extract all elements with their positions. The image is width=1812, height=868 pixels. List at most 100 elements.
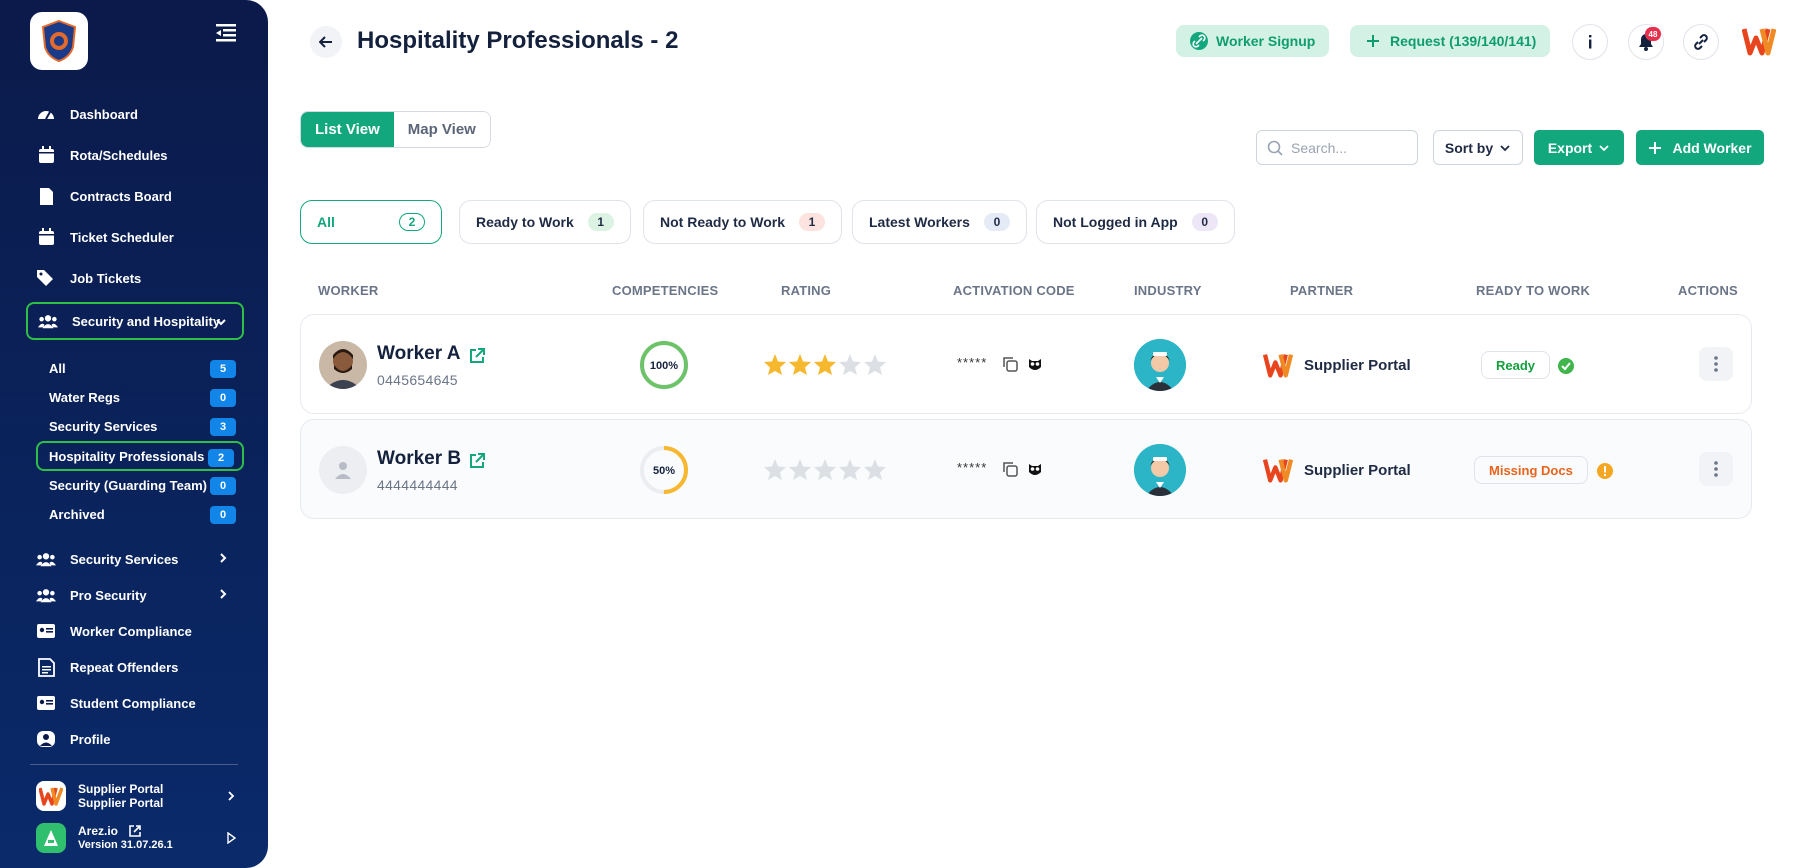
export-button[interactable]: Export (1534, 130, 1624, 165)
request-button[interactable]: Request (139/140/141) (1350, 25, 1551, 57)
column-header: INDUSTRY (1134, 283, 1202, 298)
nav-security-services[interactable]: Security Services (26, 540, 244, 578)
filter-not-ready-to-work[interactable]: Not Ready to Work 1 (643, 200, 842, 244)
owl-icon[interactable] (1026, 460, 1044, 478)
subnav-water-regs[interactable]: Water Regs 0 (36, 383, 244, 411)
sidebar-divider (30, 764, 238, 765)
external-link-icon[interactable] (468, 452, 486, 470)
list-view-tab[interactable]: List View (301, 112, 394, 147)
row-actions-button[interactable] (1699, 347, 1733, 381)
notifications-button[interactable]: 48 (1628, 24, 1664, 60)
worker-signup-label: Worker Signup (1216, 33, 1316, 49)
star-icon (864, 354, 886, 375)
app-name: Arez.io (78, 824, 119, 838)
copy-icon[interactable] (1001, 460, 1019, 478)
rating-stars (763, 458, 887, 481)
table-row[interactable]: Worker B 4444444444 50% ***** Supplier P… (300, 419, 1752, 519)
filter-all[interactable]: All 2 (300, 200, 442, 244)
nav-repeat-offenders[interactable]: Repeat Offenders (26, 648, 244, 686)
star-icon (789, 459, 811, 480)
app-info[interactable]: Arez.io Version 31.07.26.1 (36, 818, 244, 858)
portal-role: Supplier Portal (78, 796, 164, 810)
star-icon (839, 354, 861, 375)
worker-name[interactable]: Worker B (377, 448, 461, 470)
calendar-icon (36, 145, 56, 165)
nav-job-tickets[interactable]: Job Tickets (26, 259, 244, 297)
nav-ticket-scheduler[interactable]: Ticket Scheduler (26, 218, 244, 256)
sort-by-button[interactable]: Sort by (1433, 130, 1523, 165)
table-row[interactable]: Worker A 0445654645 100% ***** Supplier … (300, 314, 1752, 414)
subnav-security-services[interactable]: Security Services 3 (36, 412, 244, 440)
nav-label: Contracts Board (70, 188, 172, 204)
search-box[interactable] (1256, 130, 1418, 165)
kebab-menu-icon (1714, 461, 1718, 477)
nav-pro-security[interactable]: Pro Security (26, 576, 244, 614)
plus-icon (1649, 141, 1662, 154)
map-view-tab[interactable]: Map View (393, 112, 490, 147)
info-icon (1589, 35, 1592, 49)
competency-label: 50% (653, 465, 675, 477)
profile-icon (36, 729, 56, 749)
activation-code: ***** (957, 355, 988, 370)
star-icon (814, 459, 836, 480)
nav-label: Profile (70, 731, 111, 747)
filter-latest-workers[interactable]: Latest Workers 0 (852, 200, 1027, 244)
column-header: COMPETENCIES (612, 283, 719, 298)
subnav-hospitality-professionals[interactable]: Hospitality Professionals 2 (36, 441, 244, 471)
owl-icon[interactable] (1026, 355, 1044, 373)
add-worker-button[interactable]: Add Worker (1636, 130, 1764, 165)
request-label: Request (139/140/141) (1390, 33, 1537, 49)
worker-phone: 4444444444 (377, 477, 458, 493)
nav-label: Rota/Schedules (70, 147, 168, 163)
filter-ready-to-work[interactable]: Ready to Work 1 (459, 200, 631, 244)
link-icon (1694, 34, 1708, 50)
id-card-icon (36, 693, 56, 713)
copy-icon[interactable] (1001, 355, 1019, 373)
subnav-archived[interactable]: Archived 0 (36, 500, 244, 528)
column-header: ACTIVATION CODE (953, 283, 1075, 298)
filter-count-badge: 0 (1191, 213, 1218, 231)
back-button[interactable] (310, 26, 342, 58)
competency-ring: 100% (640, 341, 688, 389)
worker-avatar (319, 341, 367, 389)
chevron-right-icon (220, 589, 227, 599)
search-input[interactable] (1291, 139, 1411, 156)
filter-label: Ready to Work (476, 214, 574, 230)
chevron-right-icon (228, 791, 235, 801)
row-actions-button[interactable] (1699, 452, 1733, 486)
copy-link-button[interactable] (1683, 24, 1719, 60)
nav-dashboard[interactable]: Dashboard (26, 95, 244, 133)
subnav-security-guarding-team[interactable]: Security (Guarding Team) 0 (36, 471, 244, 499)
external-link-icon[interactable] (128, 824, 142, 838)
brand-logo-icon[interactable] (1742, 26, 1776, 56)
info-button[interactable] (1572, 24, 1608, 60)
chevron-down-icon (1599, 144, 1609, 151)
nav-label: Dashboard (70, 106, 138, 122)
arrow-left-icon (319, 36, 332, 48)
nav-contracts-board[interactable]: Contracts Board (26, 177, 244, 215)
status-badge: Ready (1481, 351, 1551, 379)
filter-not-logged-in-app[interactable]: Not Logged in App 0 (1036, 200, 1235, 244)
nav-rota-schedules[interactable]: Rota/Schedules (26, 136, 244, 174)
kebab-menu-icon (1714, 356, 1718, 372)
hospitality-industry-icon (1134, 444, 1186, 496)
nav-label: Security Services (70, 551, 179, 567)
nav-profile[interactable]: Profile (26, 720, 244, 758)
external-link-icon[interactable] (468, 347, 486, 365)
nav-worker-compliance[interactable]: Worker Compliance (26, 612, 244, 650)
users-icon (36, 549, 56, 569)
subnav-all[interactable]: All 5 (36, 354, 244, 382)
worker-name[interactable]: Worker A (377, 343, 460, 365)
nav-student-compliance[interactable]: Student Compliance (26, 684, 244, 722)
supplier-portal-switcher[interactable]: Supplier Portal Supplier Portal (36, 776, 244, 816)
collapse-sidebar-icon[interactable] (214, 22, 238, 44)
partner-logo-icon (1263, 459, 1293, 483)
worker-signup-button[interactable]: Worker Signup (1176, 25, 1330, 57)
company-logo[interactable] (30, 12, 88, 70)
hospitality-industry-icon (1134, 339, 1186, 391)
nav-security-and-hospitality[interactable]: Security and Hospitality (26, 302, 244, 340)
portal-name: Supplier Portal (78, 782, 164, 796)
chevron-down-icon (1500, 144, 1510, 151)
nav-label: Student Compliance (70, 695, 196, 711)
person-icon (335, 462, 351, 479)
